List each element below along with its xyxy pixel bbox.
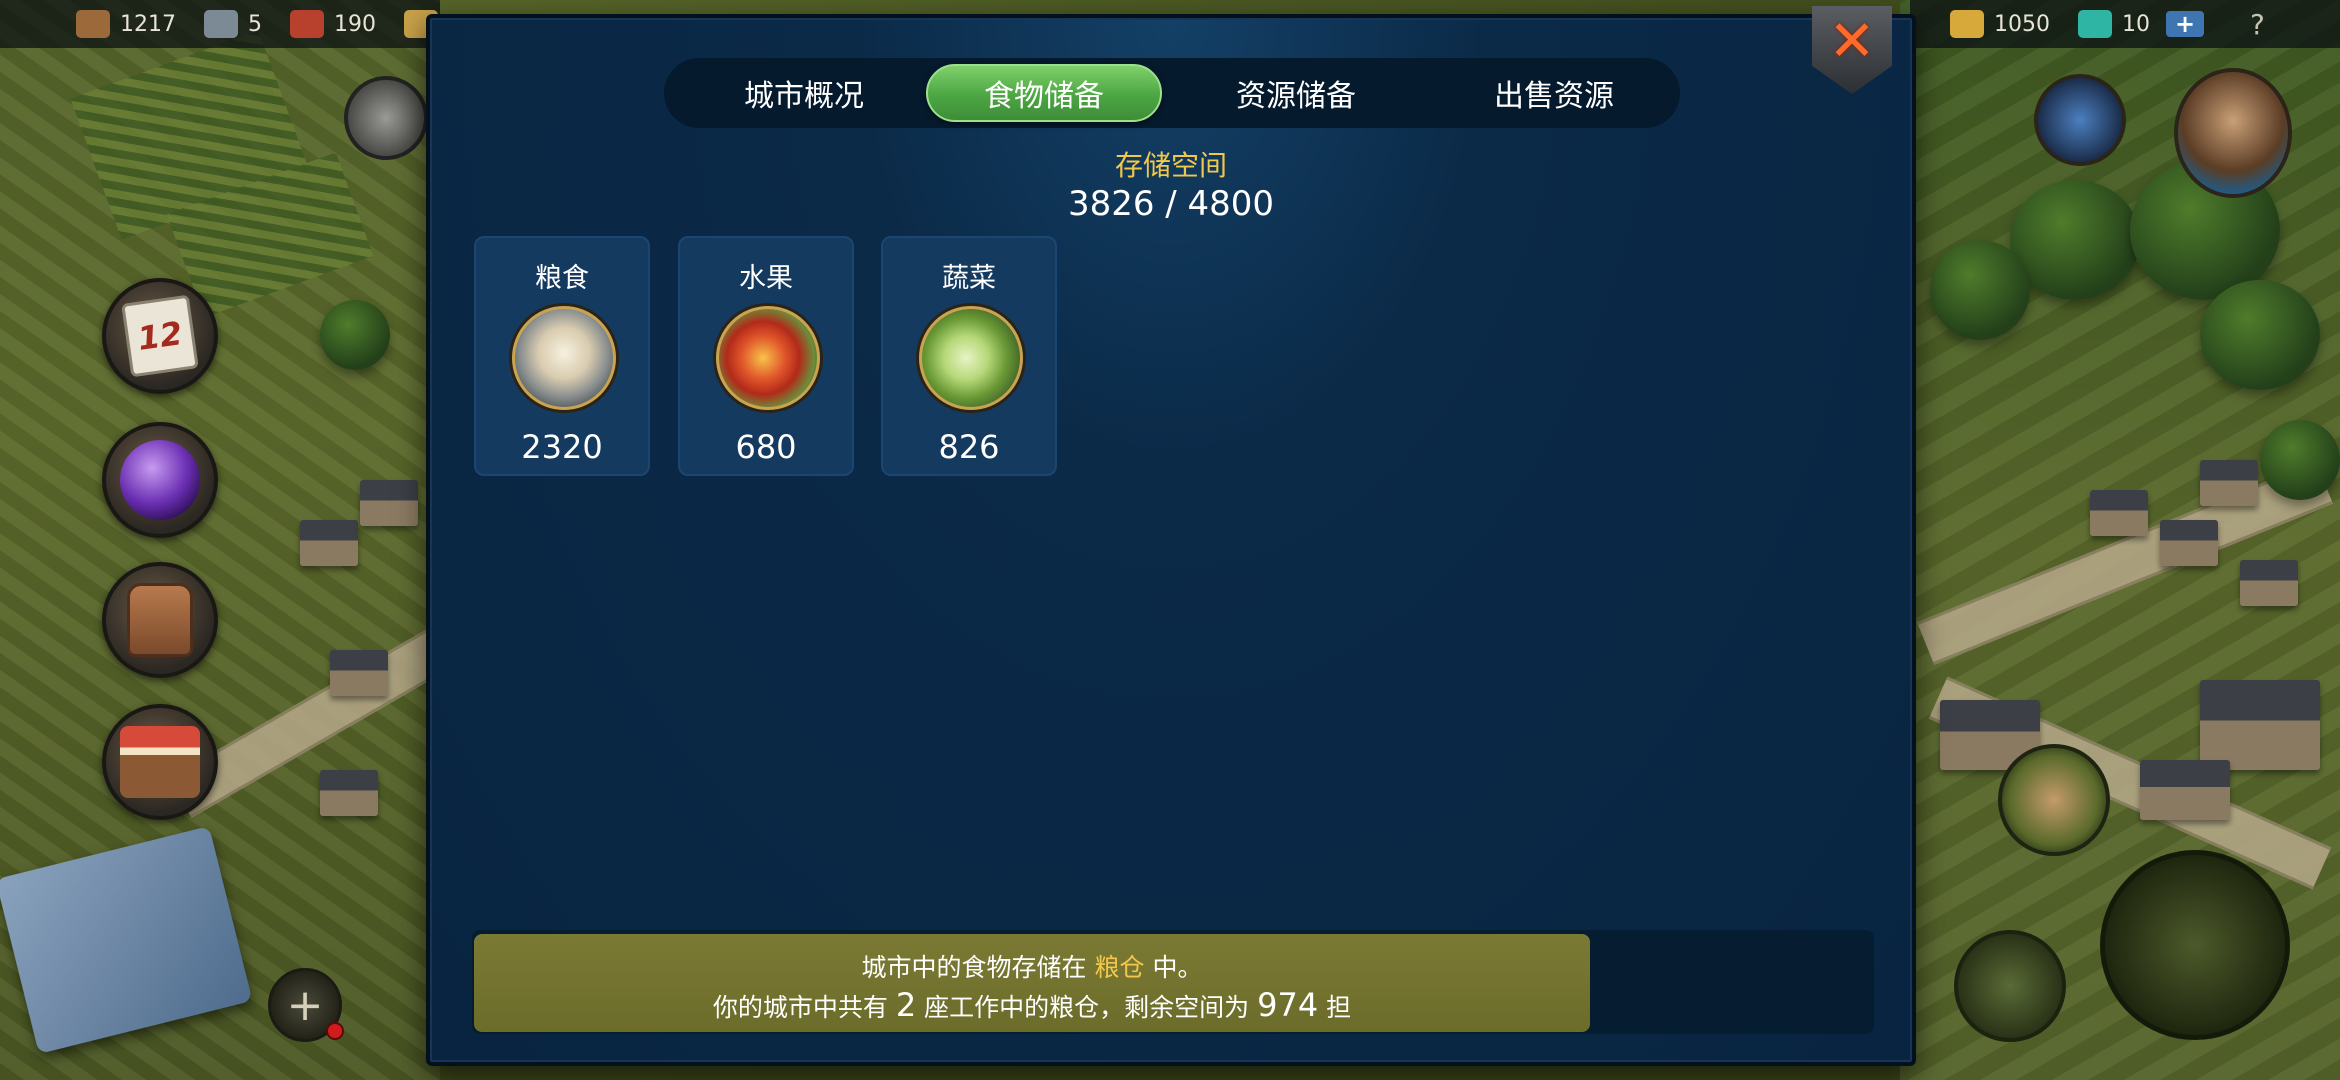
- house: [2140, 760, 2230, 820]
- house: [360, 480, 418, 526]
- road-build-button[interactable]: [1998, 744, 2110, 856]
- build-hammer-button[interactable]: [2100, 850, 2290, 1040]
- shovel-button[interactable]: [1954, 930, 2066, 1042]
- close-icon: ✕: [1828, 9, 1876, 74]
- potion-button[interactable]: [102, 422, 218, 538]
- info-text: 担: [1318, 993, 1352, 1022]
- info-line-1: 城市中的食物存储在 粮仓 中。: [474, 948, 1590, 984]
- cabbage-icon: [919, 306, 1023, 410]
- iron-icon: [204, 10, 238, 38]
- crown-button[interactable]: [2034, 74, 2126, 166]
- food-name: 水果: [739, 263, 793, 294]
- info-text: 城市中的食物存储在: [861, 953, 1095, 982]
- backpack-icon: [127, 583, 193, 657]
- wood-count: 1217: [120, 11, 176, 37]
- buy-gems-button[interactable]: +: [2166, 10, 2204, 38]
- tree: [1930, 240, 2030, 340]
- info-bar: 城市中的食物存储在 粮仓 中。 你的城市中共有 2 座工作中的粮仓，剩余空间为 …: [472, 930, 1874, 1034]
- food-amount: 826: [938, 428, 1000, 466]
- info-text: 中。: [1144, 953, 1203, 982]
- food-card-vegetable[interactable]: 蔬菜 826: [881, 236, 1057, 476]
- resource-bar-left: 1217 5 190: [0, 0, 440, 48]
- house: [2200, 460, 2258, 506]
- chat-button[interactable]: [344, 76, 428, 160]
- granary-count: 2: [895, 986, 917, 1024]
- info-text: 座工作中的粮仓，剩余空间为: [916, 993, 1258, 1022]
- wood-icon: [76, 10, 110, 38]
- house: [2240, 560, 2298, 606]
- food-card-fruit[interactable]: 水果 680: [678, 236, 854, 476]
- resource-bar-right: 1050 10 + ?: [1910, 0, 2340, 48]
- granary-info: 城市中的食物存储在 粮仓 中。 你的城市中共有 2 座工作中的粮仓，剩余空间为 …: [474, 934, 1590, 1032]
- house: [300, 520, 358, 566]
- tab-bar: 城市概况 食物储备 资源储备 出售资源: [664, 58, 1680, 128]
- tab-resource-storage[interactable]: 资源储备: [1178, 64, 1414, 122]
- tree: [320, 300, 390, 370]
- food-amount: 680: [735, 428, 797, 466]
- storage-title: 存储空间: [1114, 149, 1227, 182]
- gold-count: 1050: [1994, 11, 2050, 37]
- market-cart-button[interactable]: [102, 704, 218, 820]
- house: [2160, 520, 2218, 566]
- gem-count: 10: [2122, 11, 2150, 37]
- info-text: 你的城市中共有: [712, 993, 896, 1022]
- house: [330, 650, 388, 696]
- info-line-2: 你的城市中共有 2 座工作中的粮仓，剩余空间为 974 担: [474, 986, 1590, 1024]
- food-card-grain[interactable]: 粮食 2320: [474, 236, 650, 476]
- granary-link[interactable]: 粮仓: [1094, 953, 1144, 982]
- house: [2090, 490, 2148, 536]
- apple-icon: [716, 306, 820, 410]
- calendar-icon: 12: [121, 294, 199, 378]
- house: [2200, 680, 2320, 770]
- tab-food-storage[interactable]: 食物储备: [926, 64, 1162, 122]
- tree: [2200, 280, 2320, 390]
- help-button[interactable]: ?: [2250, 8, 2265, 41]
- food-storage-panel: 城市概况 食物储备 资源储备 出售资源 存储空间 3826 / 4800 粮食 …: [426, 14, 1916, 1066]
- tab-city-overview[interactable]: 城市概况: [686, 64, 922, 122]
- food-amount: 2320: [521, 428, 603, 466]
- storage-value: 3826 / 4800: [1067, 184, 1275, 224]
- notification-dot: [326, 1022, 344, 1040]
- gem-icon: [2078, 10, 2112, 38]
- food-name: 粮食: [535, 263, 589, 294]
- tree: [2260, 420, 2340, 500]
- potion-icon: [120, 440, 200, 520]
- house: [320, 770, 378, 816]
- grain-sack-icon: [512, 306, 616, 410]
- gold-ingot-icon: [1950, 10, 1984, 38]
- food-name: 蔬菜: [942, 263, 996, 294]
- brick-icon: [290, 10, 324, 38]
- iron-count: 5: [248, 11, 262, 37]
- backpack-button[interactable]: [102, 562, 218, 678]
- calendar-button[interactable]: 12: [102, 278, 218, 394]
- market-cart-icon: [120, 726, 200, 798]
- remaining-space: 974: [1257, 986, 1319, 1024]
- tab-sell-resources[interactable]: 出售资源: [1436, 64, 1672, 122]
- advisor-portrait[interactable]: [2174, 68, 2292, 198]
- brick-count: 190: [334, 11, 376, 37]
